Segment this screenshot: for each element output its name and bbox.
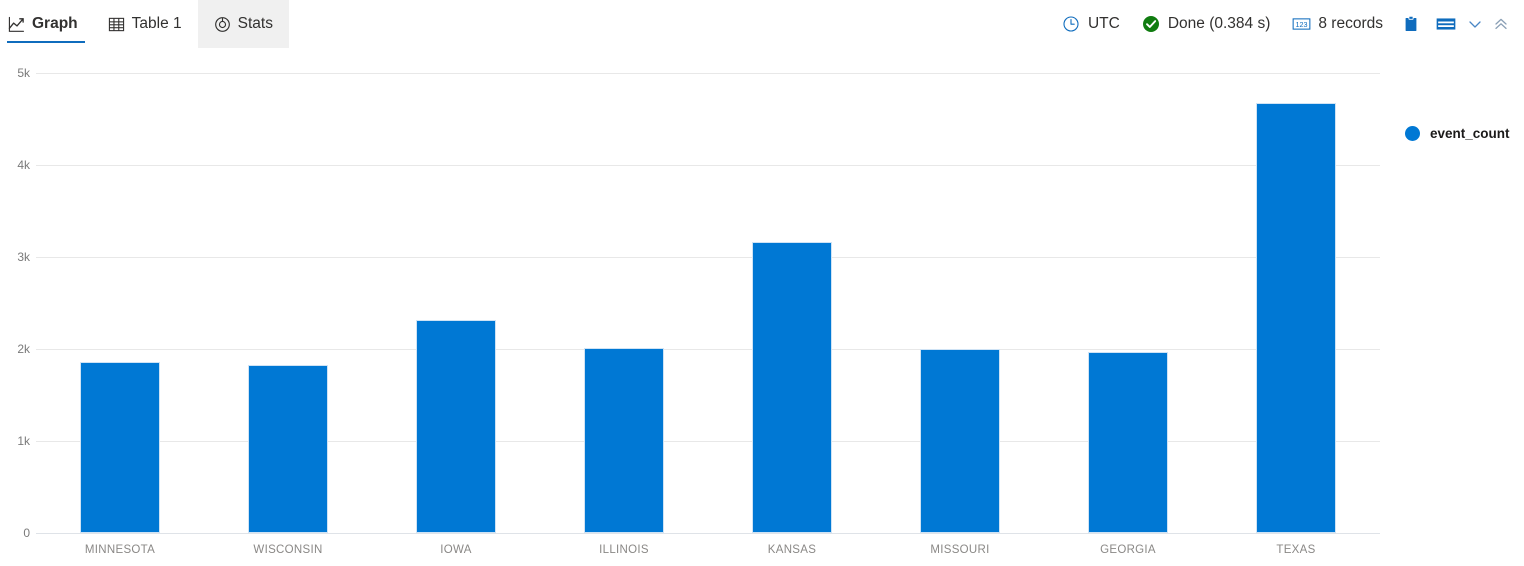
double-chevron-up-icon <box>1492 15 1510 33</box>
tab-stats[interactable]: Stats <box>197 0 289 48</box>
bar-georgia[interactable] <box>1088 351 1168 533</box>
clock-icon <box>1062 15 1080 33</box>
gridline <box>36 349 1380 350</box>
bar-illinois[interactable] <box>584 348 664 533</box>
gridline <box>36 441 1380 442</box>
chart-container: 0 1k 2k 3k 4k 5k MINNESOTA WISCONSIN IOWA ILLINOI… <box>0 48 1524 566</box>
x-axis-tick-label: IOWA <box>440 544 472 556</box>
clipboard-icon <box>1402 15 1420 33</box>
timezone-label: UTC <box>1087 15 1120 32</box>
tab-table-1-label: Table 1 <box>131 15 182 32</box>
results-status-bar: UTC Done (0.384 s) 123 8 records <box>1051 0 1524 48</box>
x-axis-tick-label: GEORGIA <box>1100 544 1156 556</box>
y-axis-tick-label: 5k <box>17 66 30 80</box>
y-axis-tick-label: 2k <box>17 342 30 356</box>
bar-minnesota[interactable] <box>80 361 160 533</box>
success-check-icon <box>1142 15 1160 33</box>
x-axis-tick-label: ILLINOIS <box>599 544 649 556</box>
donut-chart-icon <box>214 16 231 33</box>
legend-entry-label[interactable]: event_count <box>1430 126 1510 141</box>
x-axis-tick-label: TEXAS <box>1276 544 1316 556</box>
gridline <box>36 533 1380 534</box>
table-grid-icon <box>108 16 125 33</box>
y-axis-tick-label: 0 <box>23 526 30 540</box>
tab-stats-label: Stats <box>237 15 273 32</box>
line-chart-icon <box>8 16 25 33</box>
bar-wisconsin[interactable] <box>248 364 328 533</box>
table-layout-button[interactable] <box>1428 7 1462 41</box>
legend-color-swatch <box>1405 126 1420 141</box>
collapse-panel-button[interactable] <box>1488 7 1514 41</box>
tab-graph[interactable]: Graph <box>0 0 92 48</box>
numeric-123-icon: 123 <box>1292 15 1311 33</box>
svg-text:123: 123 <box>1296 20 1308 29</box>
results-tab-list: Graph Table 1 Stats <box>0 0 289 48</box>
y-axis-tick-label: 1k <box>17 434 30 448</box>
bar-chart-plot[interactable]: 0 1k 2k 3k 4k 5k MINNESOTA WISCONSIN IOWA ILLINOI… <box>0 48 1400 566</box>
tab-table-1[interactable]: Table 1 <box>92 0 198 48</box>
copy-to-clipboard-button[interactable] <box>1394 7 1428 41</box>
bar-iowa[interactable] <box>416 320 496 533</box>
chevron-down-icon <box>1466 15 1484 33</box>
record-count-label: 8 records <box>1318 15 1383 32</box>
timezone-indicator[interactable]: UTC <box>1051 7 1131 41</box>
bar-missouri[interactable] <box>920 349 1000 533</box>
record-count: 123 8 records <box>1281 7 1394 41</box>
y-axis-tick-label: 3k <box>17 250 30 264</box>
y-axis-tick-label: 4k <box>17 158 30 172</box>
query-status-label: Done (0.384 s) <box>1167 15 1271 32</box>
x-axis-tick-label: MINNESOTA <box>84 544 156 556</box>
x-axis-tick-label: KANSAS <box>767 544 817 556</box>
table-rows-icon <box>1436 15 1456 33</box>
gridline <box>36 73 1380 74</box>
x-axis-tick-label: WISCONSIN <box>253 544 323 556</box>
bar-kansas[interactable] <box>752 241 832 533</box>
gridline <box>36 257 1380 258</box>
query-status: Done (0.384 s) <box>1131 7 1282 41</box>
layout-dropdown-button[interactable] <box>1462 7 1488 41</box>
results-toolbar: Graph Table 1 Stats UTC Done (0.384 s) 1… <box>0 0 1524 48</box>
tab-graph-label: Graph <box>32 15 78 32</box>
bar-texas[interactable] <box>1256 102 1336 533</box>
gridline <box>36 165 1380 166</box>
x-axis-tick-label: MISSOURI <box>930 544 990 556</box>
chart-legend: event_count <box>1405 126 1510 141</box>
